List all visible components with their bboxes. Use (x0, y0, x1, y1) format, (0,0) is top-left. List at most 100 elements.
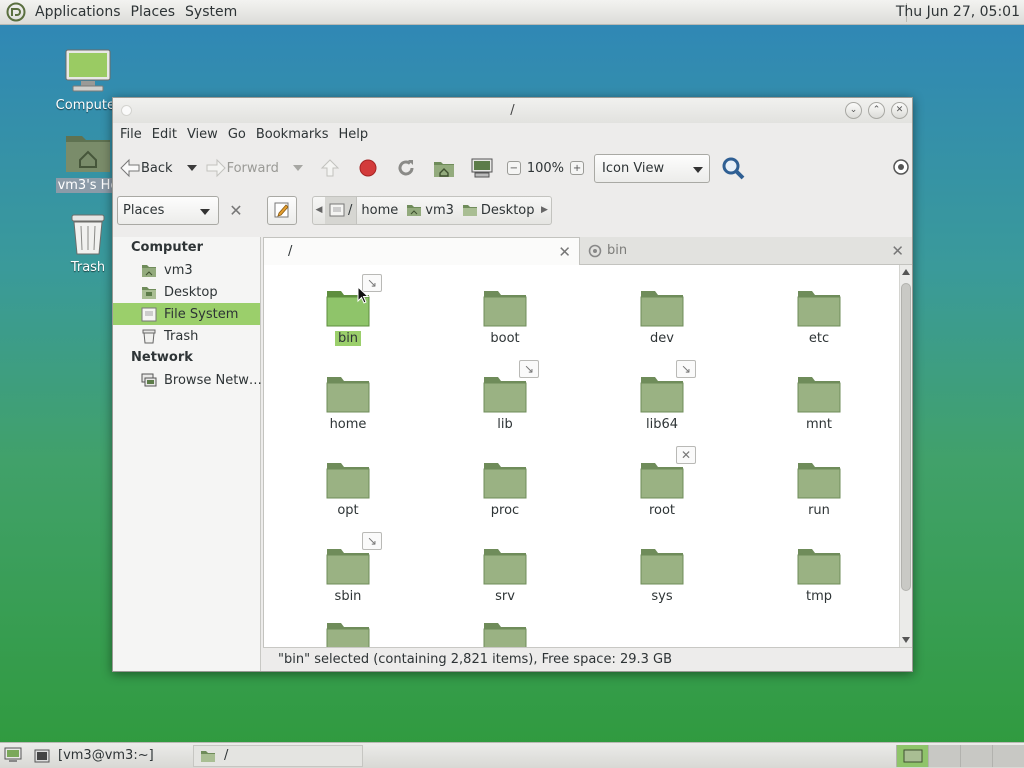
window-title: / (510, 103, 515, 118)
file-icon-view[interactable]: ↘ bin boot dev etc home ↘ lib ↘ lib64 mnt opt proc ✕ r… (263, 265, 899, 647)
file-item[interactable]: ✕ root (612, 446, 712, 518)
menu-view[interactable]: View (182, 127, 223, 142)
tab-bin[interactable]: bin ✕ (580, 237, 912, 265)
scroll-up-icon[interactable] (902, 269, 910, 275)
sidebar-item-trash[interactable]: Trash (113, 325, 260, 347)
breadcrumb-scroll-right[interactable]: ▶ (539, 197, 551, 224)
toggle-location-entry-button[interactable] (267, 195, 297, 225)
file-item[interactable]: ↘ bin (298, 274, 398, 346)
loading-icon (588, 244, 602, 257)
workspace-2[interactable] (928, 745, 960, 767)
scrollbar-thumb[interactable] (901, 283, 911, 591)
file-name: etc (808, 331, 830, 346)
folder-icon (797, 461, 841, 499)
file-item[interactable]: ↘ lib (455, 360, 555, 432)
folder-icon (797, 547, 841, 585)
folder-icon: ✕ (640, 446, 696, 499)
menu-edit[interactable]: Edit (147, 127, 182, 142)
close-sidebar-button[interactable]: ✕ (219, 201, 253, 220)
up-button[interactable] (317, 155, 343, 181)
close-tab-icon[interactable]: ✕ (558, 243, 571, 261)
back-label: Back (141, 160, 173, 176)
zoom-out-button[interactable]: − (506, 161, 521, 175)
chevron-down-icon (200, 208, 210, 215)
window-menu-icon[interactable] (121, 105, 132, 116)
breadcrumb-label: / (348, 202, 353, 218)
scroll-down-icon[interactable] (902, 637, 910, 643)
window-thumbnail-icon (903, 749, 922, 763)
symlink-emblem-icon: ↘ (362, 532, 382, 550)
maximize-button[interactable]: ⌃ (868, 102, 885, 119)
file-item[interactable]: tmp (769, 547, 869, 604)
minimize-button[interactable]: ⌄ (845, 102, 862, 119)
breadcrumb-root[interactable]: / (325, 196, 358, 224)
mate-logo-icon[interactable] (6, 2, 26, 22)
breadcrumb-desktop[interactable]: Desktop (458, 197, 539, 224)
search-button[interactable] (720, 155, 746, 181)
tab-bar: / ✕ bin ✕ (263, 237, 912, 265)
file-item[interactable]: proc (455, 461, 555, 518)
show-desktop-icon[interactable] (4, 747, 22, 763)
tab-root[interactable]: / ✕ (263, 237, 580, 265)
menu-bookmarks[interactable]: Bookmarks (251, 127, 334, 142)
sidebar-item-desktop[interactable]: Desktop (113, 281, 260, 303)
window-titlebar[interactable]: / ⌄ ⌃ ✕ (113, 98, 912, 123)
file-item[interactable]: opt (298, 461, 398, 518)
view-mode-select[interactable]: Icon View (594, 153, 711, 183)
file-item[interactable]: dev (612, 289, 712, 346)
computer-button[interactable] (469, 155, 495, 181)
file-item[interactable] (298, 621, 398, 647)
breadcrumb-home[interactable]: home (357, 197, 402, 224)
forward-button[interactable]: Forward (205, 152, 279, 184)
places-menu[interactable]: Places (126, 4, 181, 20)
workspace-3[interactable] (960, 745, 992, 767)
file-item[interactable]: run (769, 461, 869, 518)
sidebar-item-file-system[interactable]: File System (113, 303, 260, 325)
file-item[interactable]: boot (455, 289, 555, 346)
file-item[interactable]: ↘ sbin (298, 532, 398, 604)
sidebar-heading-network: Network (131, 350, 193, 365)
workspace-1[interactable] (896, 745, 928, 767)
forward-history-dropdown[interactable] (292, 165, 303, 171)
bottom-panel: [vm3@vm3:~] / (0, 742, 1024, 768)
breadcrumb: ◀ / home vm3 Desktop ▶ (312, 195, 552, 225)
file-item[interactable]: srv (455, 547, 555, 604)
file-item[interactable]: sys (612, 547, 712, 604)
sidebar-item-label: Browse Netw… (164, 372, 262, 388)
stop-button[interactable] (355, 155, 381, 181)
home-button[interactable] (431, 155, 457, 181)
close-button[interactable]: ✕ (891, 102, 908, 119)
file-item[interactable]: ↘ lib64 (612, 360, 712, 432)
sidebar-type-select[interactable]: Places (117, 195, 219, 225)
home-icon (433, 162, 454, 177)
workspace-4[interactable] (992, 745, 1024, 767)
back-history-dropdown[interactable] (186, 165, 197, 171)
file-item[interactable]: mnt (769, 375, 869, 432)
zoom-in-button[interactable]: + (570, 161, 585, 175)
sidebar-item-label: Desktop (164, 284, 218, 300)
sidebar-item-browse-network[interactable]: Browse Netw… (113, 369, 262, 391)
breadcrumb-vm3[interactable]: vm3 (402, 197, 458, 224)
file-item[interactable] (455, 621, 555, 647)
menu-file[interactable]: File (115, 127, 147, 142)
trash-icon (142, 329, 156, 343)
symlink-emblem-icon: ↘ (519, 360, 539, 378)
sidebar-item-vm3[interactable]: vm3 (113, 259, 260, 281)
system-menu[interactable]: System (180, 4, 242, 20)
menu-go[interactable]: Go (223, 127, 251, 142)
taskbar-file-manager[interactable]: / (193, 744, 363, 767)
desktop-icon-label: vm3's Ho (55, 178, 121, 193)
reload-button[interactable] (393, 155, 419, 181)
close-tab-icon[interactable]: ✕ (891, 242, 904, 260)
stop-icon (359, 159, 377, 177)
breadcrumb-scroll-left[interactable]: ◀ (313, 197, 325, 224)
clock[interactable]: Thu Jun 27, 05:01 (896, 4, 1020, 20)
vertical-scrollbar[interactable] (899, 265, 912, 647)
menu-help[interactable]: Help (333, 127, 373, 142)
back-button[interactable]: Back (119, 152, 173, 184)
applications-menu[interactable]: Applications (30, 4, 126, 20)
file-item[interactable]: etc (769, 289, 869, 346)
taskbar-terminal[interactable]: [vm3@vm3:~] (28, 745, 193, 767)
file-item[interactable]: home (298, 375, 398, 432)
file-name: lib (497, 417, 513, 432)
